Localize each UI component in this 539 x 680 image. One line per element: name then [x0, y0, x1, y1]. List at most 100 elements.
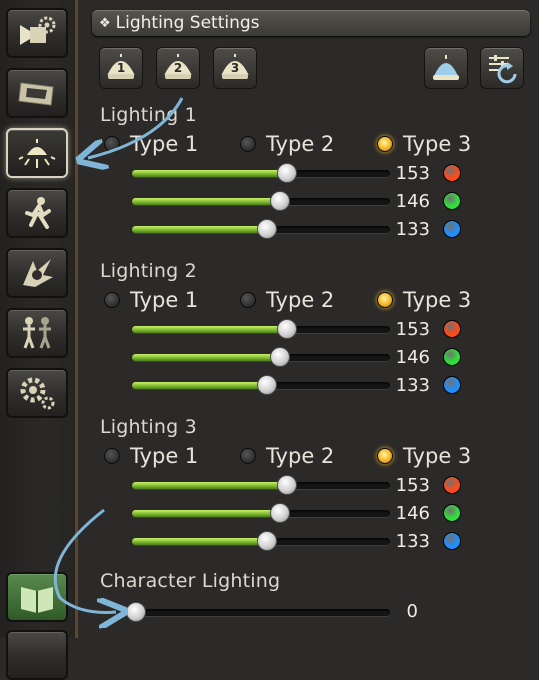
lighting-1-red-color-swatch [443, 164, 461, 182]
slider-fill [132, 482, 287, 489]
radio-dot [377, 136, 393, 152]
slider-fill [132, 510, 280, 517]
slider-fill [132, 198, 280, 205]
radio-label: Type 2 [266, 132, 335, 156]
lighting-3-green-color-swatch [443, 504, 461, 522]
light-toggle-button[interactable] [424, 47, 468, 89]
pose-settings-button[interactable] [6, 188, 68, 238]
lighting-2-title: Lighting 2 [100, 260, 197, 282]
preset-1-button[interactable]: 1 [99, 47, 143, 89]
lighting-3-type-3-radio[interactable]: Type 3 [377, 443, 471, 469]
radio-label: Type 3 [403, 288, 472, 312]
lighting-3-type-1-radio[interactable]: Type 1 [104, 443, 198, 469]
slider-knob[interactable] [257, 531, 277, 551]
radio-label: Type 1 [130, 444, 199, 468]
slider-knob[interactable] [270, 347, 290, 367]
book-icon [21, 587, 53, 613]
lighting-3-blue-color-swatch [443, 532, 461, 550]
preset-number: 1 [117, 61, 125, 75]
lighting-1-type-2-radio[interactable]: Type 2 [240, 131, 334, 157]
lighting-1-green-value: 146 [395, 191, 430, 212]
lighting-2-type-1-radio[interactable]: Type 1 [104, 287, 198, 313]
lighting-1-title: Lighting 1 [100, 104, 197, 126]
reset-button[interactable] [480, 47, 524, 89]
slider-knob[interactable] [277, 475, 297, 495]
gears-icon [20, 377, 55, 410]
camera-settings-button[interactable] [6, 8, 68, 58]
lighting-1-green-color-swatch [443, 192, 461, 210]
radio-dot [377, 292, 393, 308]
lighting-1-type-3-radio[interactable]: Type 3 [377, 131, 471, 157]
slider-fill [132, 354, 280, 361]
radio-label: Type 3 [403, 132, 472, 156]
preset-number: 2 [174, 61, 182, 75]
lighting-3-type-2-radio[interactable]: Type 2 [240, 443, 334, 469]
effects-settings-button[interactable] [6, 248, 68, 298]
lighting-1-red-slider[interactable] [132, 163, 394, 183]
slider-knob[interactable] [277, 163, 297, 183]
slider-fill [132, 226, 267, 233]
radio-dot [240, 136, 256, 152]
lighting-3-title: Lighting 3 [100, 416, 197, 438]
lighting-2-type-2-radio[interactable]: Type 2 [240, 287, 334, 313]
lighting-2-red-color-swatch [443, 320, 461, 338]
lighting-1-blue-color-swatch [443, 220, 461, 238]
lighting-2-green-value: 146 [395, 347, 430, 368]
radio-dot [104, 448, 120, 464]
lighting-1-type-1-radio[interactable]: Type 1 [104, 131, 198, 157]
preset-3-button[interactable]: 3 [213, 47, 257, 89]
radio-label: Type 3 [403, 444, 472, 468]
character-lighting-slider[interactable] [126, 602, 394, 622]
radio-dot [240, 448, 256, 464]
lighting-3-red-slider[interactable] [132, 475, 394, 495]
lighting-1-green-slider[interactable] [132, 191, 394, 211]
slider-fill [132, 538, 267, 545]
lamp-icon [18, 139, 56, 168]
slider-knob[interactable] [270, 191, 290, 211]
lighting-3-blue-value: 133 [395, 531, 430, 552]
lamp-preset-icon: 3 [221, 54, 249, 79]
radio-label: Type 1 [130, 132, 199, 156]
lamp-dome-icon [433, 55, 459, 80]
camera-gear-icon [20, 16, 56, 45]
slider-knob[interactable] [126, 602, 146, 622]
panel-header: ❖ Lighting Settings [92, 10, 530, 36]
running-figure-icon [25, 197, 51, 229]
lighting-2-red-slider[interactable] [132, 319, 394, 339]
preset-2-button[interactable]: 2 [156, 47, 200, 89]
radio-dot [104, 292, 120, 308]
frame-icon [18, 82, 54, 106]
lamp-preset-icon: 1 [107, 54, 135, 79]
lighting-3-green-value: 146 [395, 503, 430, 524]
lighting-2-green-slider[interactable] [132, 347, 394, 367]
lighting-2-green-color-swatch [443, 348, 461, 366]
slider-fill [132, 170, 287, 177]
lighting-3-blue-slider[interactable] [132, 531, 394, 551]
lamp-preset-icon: 2 [164, 54, 192, 79]
slider-knob[interactable] [277, 319, 297, 339]
lighting-1-blue-value: 133 [395, 219, 430, 240]
guide-button[interactable] [6, 572, 68, 622]
general-settings-button[interactable] [6, 368, 68, 418]
slider-knob[interactable] [270, 503, 290, 523]
slider-knob[interactable] [257, 375, 277, 395]
lighting-2-blue-slider[interactable] [132, 375, 394, 395]
frame-settings-button[interactable] [6, 68, 68, 118]
slider-fill [132, 382, 267, 389]
lighting-1-blue-slider[interactable] [132, 219, 394, 239]
characters-settings-button[interactable] [6, 308, 68, 358]
slider-track [132, 609, 390, 616]
lighting-settings-button[interactable] [6, 128, 68, 178]
radio-dot [377, 448, 393, 464]
slider-knob[interactable] [257, 219, 277, 239]
radio-dot [240, 292, 256, 308]
lighting-2-red-value: 153 [395, 319, 430, 340]
radio-label: Type 2 [266, 288, 335, 312]
lighting-3-red-value: 153 [395, 475, 430, 496]
lighting-3-green-slider[interactable] [132, 503, 394, 523]
two-figures-icon [23, 317, 51, 349]
lighting-2-type-3-radio[interactable]: Type 3 [377, 287, 471, 313]
lighting-1-red-value: 153 [395, 163, 430, 184]
radio-dot [104, 136, 120, 152]
sidebar [0, 0, 78, 680]
